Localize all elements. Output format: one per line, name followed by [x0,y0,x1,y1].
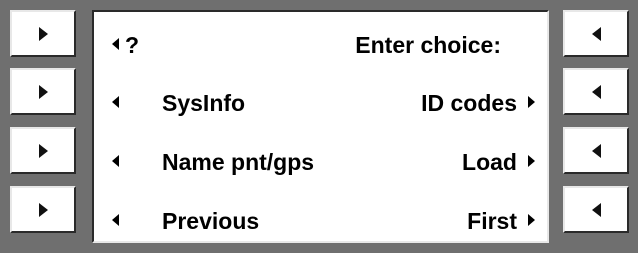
lcd-screen: ? Enter choice: SysInfo ID codes Name pn… [92,10,549,243]
triangle-left-icon [112,38,119,50]
help-marker: ? [125,32,140,58]
menu-option-previous[interactable]: Previous [162,208,259,235]
triangle-right-icon [528,96,535,108]
triangle-right-icon [38,26,48,41]
triangle-right-icon [528,214,535,226]
menu-option-name-pnt-gps[interactable]: Name pnt/gps [162,149,314,176]
softkey-right-3[interactable] [563,127,629,174]
triangle-right-icon [38,143,48,158]
softkey-right-1[interactable] [563,10,629,57]
triangle-right-icon [38,84,48,99]
menu-option-id-codes[interactable]: ID codes [421,90,517,117]
prompt-row: ? Enter choice: [94,25,547,65]
menu-option-load[interactable]: Load [462,149,517,176]
softkey-left-3[interactable] [10,127,76,174]
softkey-right-4[interactable] [563,186,629,233]
prompt-title: Enter choice: [355,32,501,58]
triangle-right-icon [38,202,48,217]
triangle-left-icon [591,202,601,217]
softkey-left-4[interactable] [10,186,76,233]
triangle-left-icon [112,214,119,226]
menu-row-sysinfo: SysInfo ID codes [94,83,547,123]
softkey-left-1[interactable] [10,10,76,57]
menu-option-sysinfo[interactable]: SysInfo [162,90,245,117]
triangle-left-icon [591,143,601,158]
triangle-right-icon [528,155,535,167]
triangle-left-icon [591,26,601,41]
menu-option-first[interactable]: First [467,208,517,235]
triangle-left-icon [591,84,601,99]
device-panel: ? Enter choice: SysInfo ID codes Name pn… [0,0,638,253]
softkey-right-2[interactable] [563,68,629,115]
menu-row-previous: Previous First [94,201,547,241]
triangle-left-icon [112,155,119,167]
triangle-left-icon [112,96,119,108]
menu-row-name: Name pnt/gps Load [94,142,547,182]
softkey-left-2[interactable] [10,68,76,115]
